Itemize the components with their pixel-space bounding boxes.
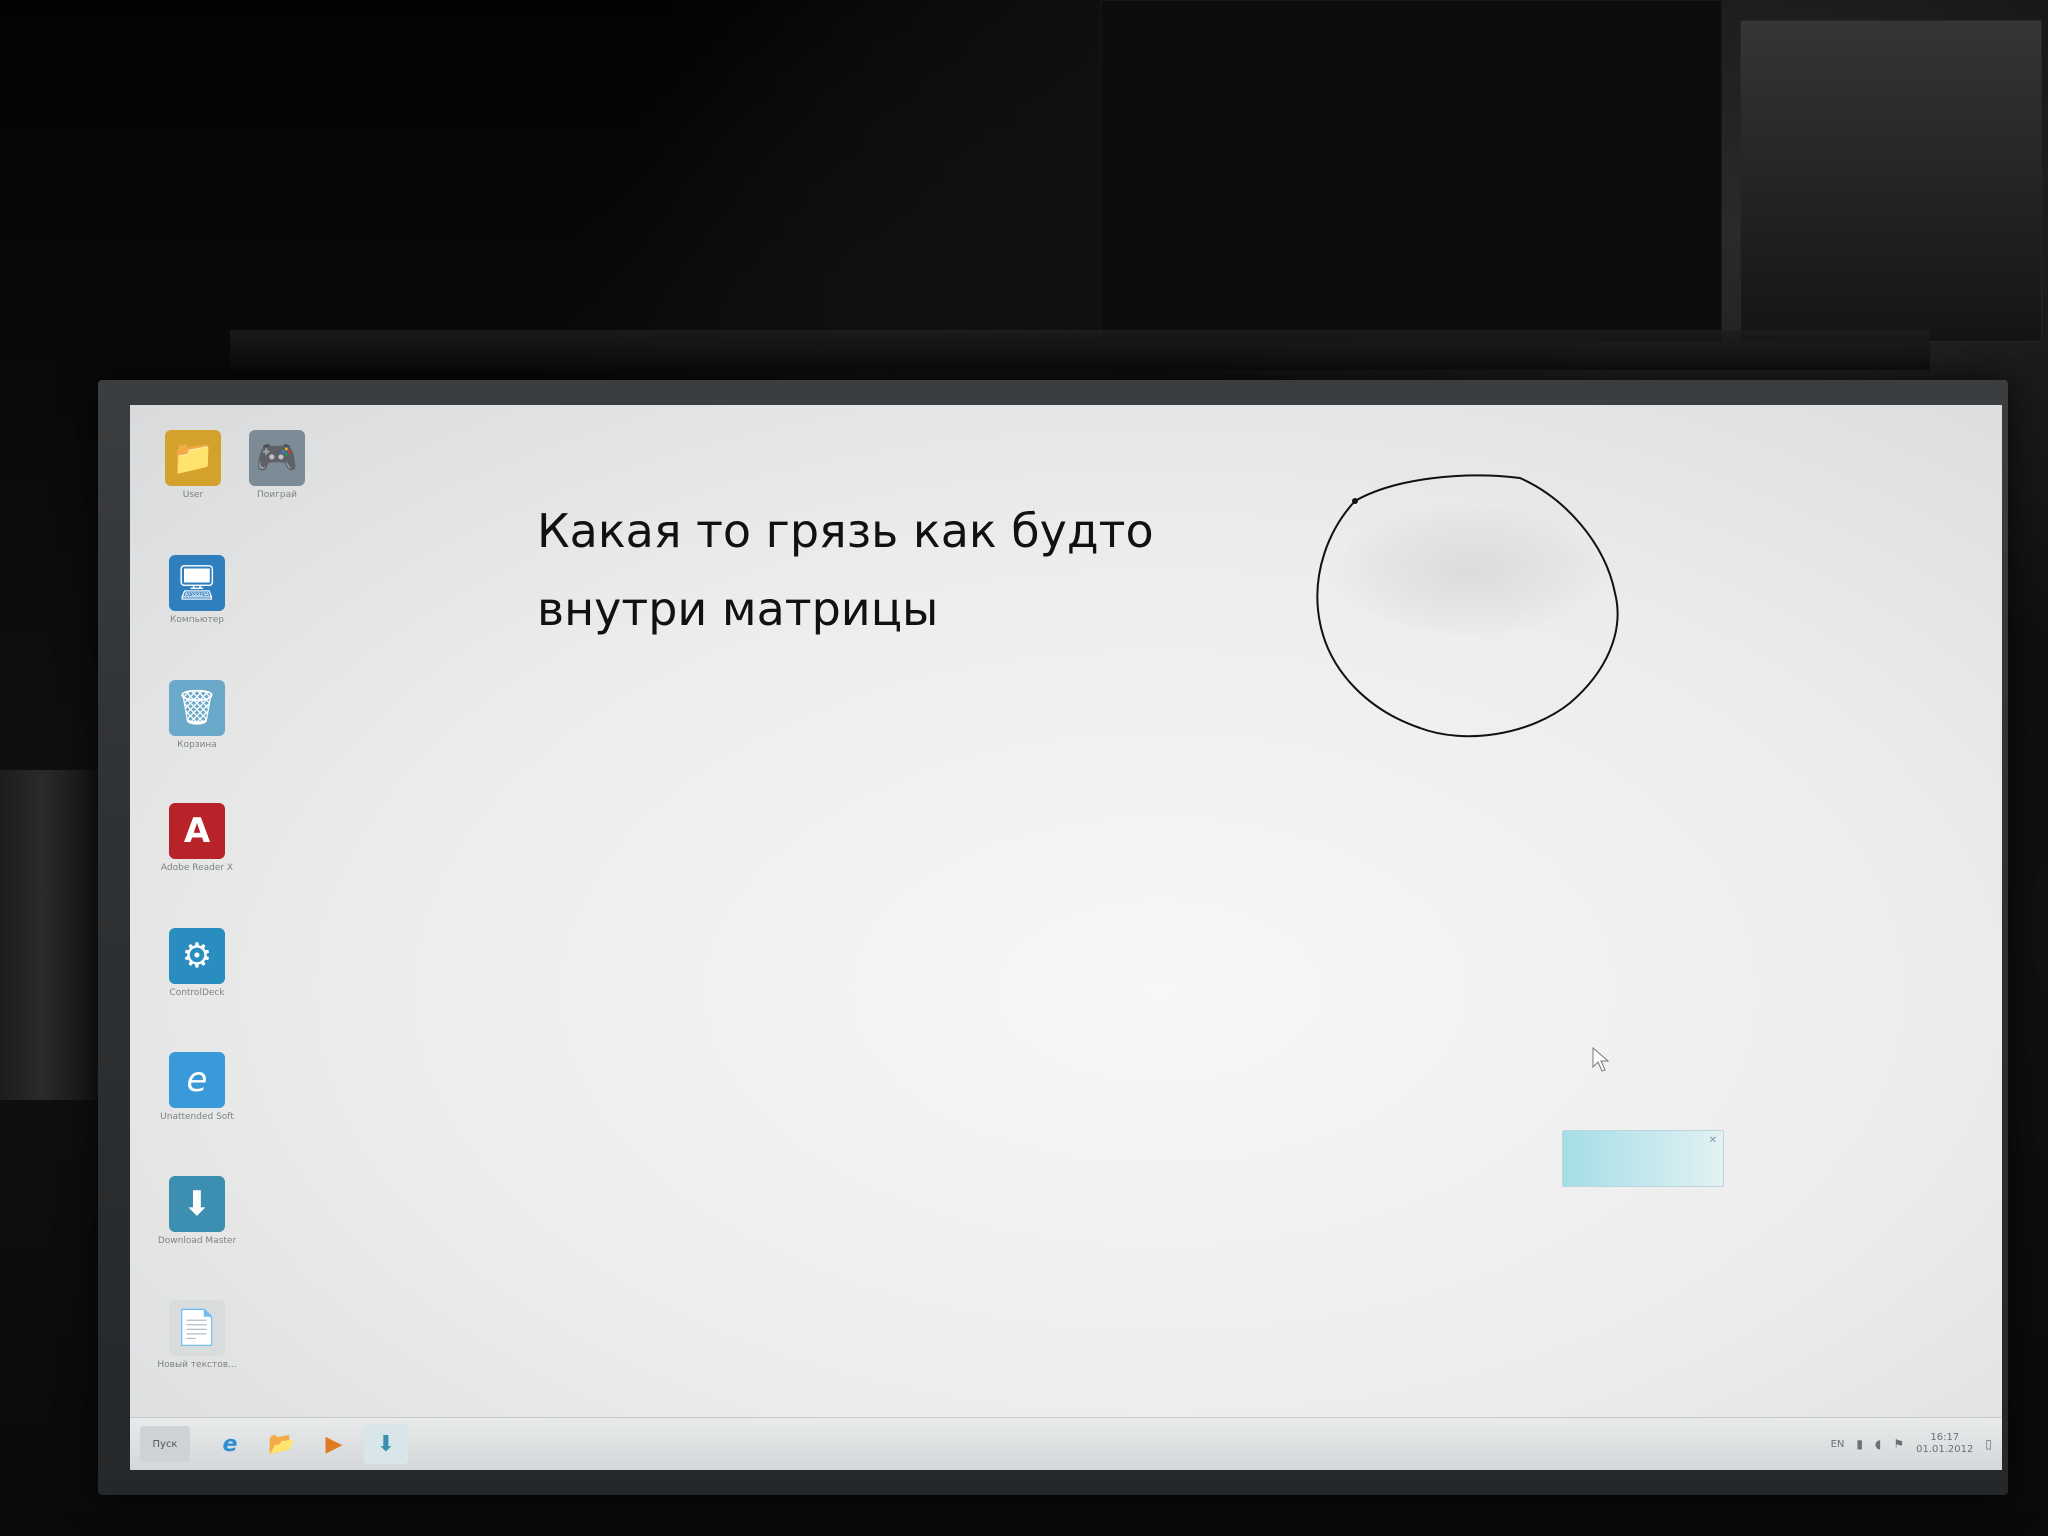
desktop-icon-label: Компьютер [170, 615, 224, 625]
desktop-icon-computer[interactable]: 🖥 Компьютер [152, 555, 242, 625]
annotation-line-2: внутри матрицы [537, 582, 939, 636]
ie-icon: e [169, 1052, 225, 1108]
desktop-icon-label: Поиграй [257, 490, 297, 500]
desktop-icon-download-master[interactable]: ⬇ Download Master [152, 1176, 242, 1246]
language-indicator[interactable]: EN [1831, 1439, 1845, 1450]
network-icon[interactable]: ▮ [1856, 1437, 1863, 1451]
text-file-icon: 📄 [169, 1300, 225, 1356]
computer-icon: 🖥 [169, 555, 225, 611]
monitor-screen: 📁 User 🎮 Поиграй 🖥 Компьютер 🗑 Корзина A… [130, 405, 2002, 1470]
taskbar-download-master-icon[interactable]: ⬇ [364, 1424, 408, 1464]
volume-icon[interactable]: ◖ [1875, 1437, 1881, 1451]
adobe-reader-icon: A [169, 803, 225, 859]
close-icon[interactable]: ✕ [1709, 1135, 1717, 1146]
notification-popup[interactable]: ✕ [1562, 1130, 1724, 1187]
annotation-circle [1316, 474, 1619, 738]
flag-icon[interactable]: ⚑ [1893, 1437, 1904, 1451]
clock-time: 16:17 [1930, 1432, 1960, 1443]
desktop-icon-text-file[interactable]: 📄 Новый текстов... [152, 1300, 242, 1370]
taskbar-explorer-folder-icon[interactable]: 📂 [260, 1424, 304, 1464]
system-tray: EN ▮ ◖ ⚑ 16:17 01.01.2012 ▯ [1831, 1418, 1992, 1470]
taskbar-ie-icon[interactable]: e [208, 1424, 252, 1464]
desktop-icon-label: Unattended Soft [160, 1112, 234, 1122]
background-shelf [230, 330, 1930, 370]
show-desktop-button[interactable]: ▯ [1985, 1437, 1992, 1451]
desktop-icon-label: Корзина [177, 740, 217, 750]
controldeck-icon: ⚙ [169, 928, 225, 984]
desktop-icon-label: Новый текстов... [157, 1360, 237, 1370]
desktop-icon-poigrai[interactable]: 🎮 Поиграй [232, 430, 322, 500]
start-button[interactable]: Пуск [140, 1426, 190, 1462]
background-equipment [1100, 0, 1722, 342]
clock-date: 01.01.2012 [1916, 1444, 1974, 1455]
recycle-bin-icon: 🗑 [169, 680, 225, 736]
taskbar: Пуск e 📂 ▶ ⬇ EN ▮ ◖ ⚑ 16:17 01.01.2012 ▯ [130, 1417, 2002, 1470]
desktop-icon-label: ControlDeck [169, 988, 225, 998]
desktop-icon-label: Adobe Reader X [160, 863, 234, 873]
annotation-line-1: Какая то грязь как будто [537, 504, 1154, 558]
annotation-text: Какая то грязь как будто внутри матрицы [537, 492, 1257, 648]
background-stand [1740, 20, 2042, 342]
desktop-icon-adobe-reader[interactable]: A Adobe Reader X [152, 803, 242, 873]
background-object-left [0, 770, 105, 1100]
taskbar-media-player-icon[interactable]: ▶ [312, 1424, 356, 1464]
mouse-cursor-icon [1592, 1047, 1610, 1072]
desktop-icon-recycle-bin[interactable]: 🗑 Корзина [152, 680, 242, 750]
desktop-icon-unattended-soft[interactable]: e Unattended Soft [152, 1052, 242, 1122]
desktop-icon-user[interactable]: 📁 User [148, 430, 238, 500]
desktop-icon-label: User [182, 490, 204, 500]
gamepad-icon: 🎮 [249, 430, 305, 486]
desktop-icons: 📁 User 🎮 Поиграй 🖥 Компьютер 🗑 Корзина A… [140, 430, 320, 1410]
desktop-icon-label: Download Master [157, 1236, 237, 1246]
folder-icon: 📁 [165, 430, 221, 486]
desktop-icon-controldeck[interactable]: ⚙ ControlDeck [152, 928, 242, 998]
download-master-icon: ⬇ [169, 1176, 225, 1232]
clock[interactable]: 16:17 01.01.2012 [1916, 1432, 1973, 1456]
